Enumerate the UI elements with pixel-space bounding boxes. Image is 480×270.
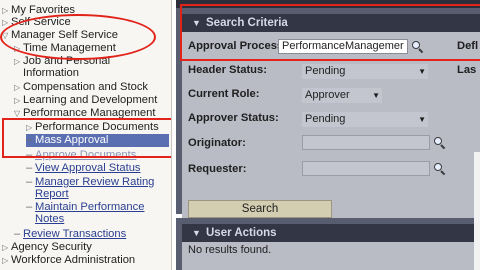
dropdown-arrow-icon: ▼: [418, 67, 426, 76]
bullet-dash-icon: –: [26, 162, 33, 174]
current-role-label: Current Role:: [188, 88, 260, 100]
expand-arrow-icon: ▷: [14, 83, 21, 92]
user-actions-header[interactable]: ▼ User Actions: [182, 224, 480, 242]
annotation-circle: [0, 14, 156, 60]
approver-status-select[interactable]: Pending ▼: [302, 112, 428, 127]
bullet-dash-icon: –: [14, 228, 21, 240]
dropdown-arrow-icon: ▼: [418, 115, 426, 124]
originator-input[interactable]: [302, 135, 430, 150]
menu-view-approval-status[interactable]: – View Approval Status: [26, 162, 141, 174]
menu-job-personal-line2[interactable]: Information: [23, 67, 79, 79]
bullet-dash-icon: –: [26, 176, 33, 188]
user-actions-panel: ▼ User Actions No results found.: [176, 218, 480, 270]
dropdown-arrow-icon: ▼: [372, 91, 380, 100]
expand-arrow-icon: ▷: [2, 256, 9, 265]
expand-arrow-icon: ▷: [14, 96, 21, 105]
search-button[interactable]: Search: [188, 200, 332, 218]
collapse-arrow-icon[interactable]: ▼: [192, 228, 201, 238]
menu-maintain-performance-notes-line2[interactable]: Notes: [35, 213, 64, 225]
user-actions-body: No results found.: [182, 242, 480, 270]
annotation-rectangle: [2, 118, 171, 158]
menu-compensation-stock[interactable]: ▷ Compensation and Stock: [14, 81, 148, 94]
menu-manager-review-rating-line2[interactable]: Report: [35, 188, 69, 200]
requester-label: Requester:: [188, 163, 247, 175]
expand-arrow-icon: ▷: [14, 57, 21, 66]
requester-input[interactable]: [302, 161, 430, 176]
user-actions-title: User Actions: [206, 227, 277, 239]
header-status-select[interactable]: Pending ▼: [302, 64, 428, 79]
no-results-text: No results found.: [188, 244, 272, 256]
approver-status-label: Approver Status:: [188, 112, 279, 124]
menu-learning-development[interactable]: ▷ Learning and Development: [14, 94, 157, 107]
bullet-dash-icon: –: [26, 201, 33, 213]
menu-maintain-performance-notes[interactable]: – Maintain Performance: [26, 201, 144, 213]
current-role-select[interactable]: Approver ▼: [302, 88, 382, 103]
menu-workforce-administration[interactable]: ▷ Workforce Administration: [2, 254, 135, 267]
expand-arrow-icon: ▷: [2, 243, 9, 252]
left-navigation-menu: ▷ My Favorites ▷ Self Service ▽ Manager Sel…: [0, 0, 172, 270]
menu-manager-review-rating[interactable]: – Manager Review Rating: [26, 176, 154, 188]
menu-agency-security[interactable]: ▷ Agency Security: [2, 241, 92, 254]
header-status-label: Header Status:: [188, 64, 267, 76]
las-label: Las: [457, 64, 477, 76]
lookup-search-icon[interactable]: [433, 136, 447, 150]
originator-label: Originator:: [188, 137, 246, 149]
side-panel-edge: [474, 152, 480, 270]
annotation-rectangle-criteria: [180, 4, 480, 61]
menu-review-transactions[interactable]: – Review Transactions: [14, 228, 126, 240]
lookup-search-icon[interactable]: [433, 162, 447, 176]
